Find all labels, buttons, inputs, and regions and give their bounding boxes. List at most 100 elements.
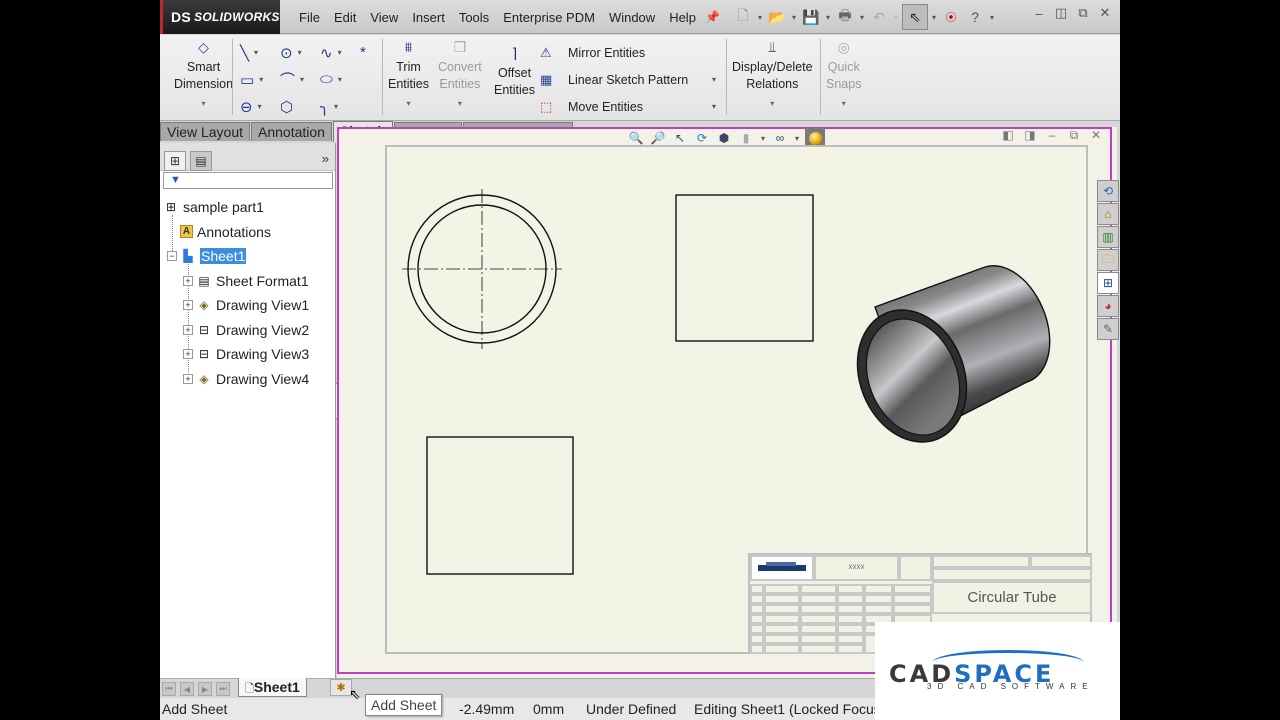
first-sheet-icon[interactable]: ⏮ (162, 682, 176, 696)
top-square-view[interactable] (675, 194, 814, 342)
polygon-tool-button[interactable]: ⬡ (280, 93, 320, 120)
smart-dimension-button[interactable]: ◇ Smart Dimension ▾ (174, 39, 233, 112)
arc-tool-button[interactable]: ⌒ ▾ (280, 66, 320, 93)
tree-item-drawing-view4[interactable]: + ◈ Drawing View4 (160, 367, 336, 392)
rebuild-icon[interactable]: ⟳ (693, 130, 711, 146)
tree-item-drawing-view1[interactable]: + ◈ Drawing View1 (160, 293, 336, 318)
display-style-dropdown-arrow[interactable]: ▾ (759, 130, 767, 146)
doc-close-icon[interactable]: ✕ (1089, 128, 1103, 142)
view-orientation-icon[interactable]: ⬢ (715, 130, 733, 146)
minimize-icon[interactable]: – (1032, 6, 1046, 21)
menu-tools[interactable]: Tools (452, 10, 496, 25)
tree-item-drawing-view2[interactable]: + ⊟ Drawing View2 (160, 318, 336, 343)
expand-icon[interactable]: + (183, 275, 193, 286)
expand-icon[interactable]: + (183, 300, 193, 311)
fillet-tool-button[interactable]: ╮ ▾ (320, 93, 360, 120)
move-dropdown-arrow[interactable]: ▾ (712, 102, 716, 111)
rectangle-dropdown-arrow[interactable]: ▾ (259, 75, 263, 84)
smart-dimension-dropdown-arrow[interactable]: ▾ (202, 95, 206, 112)
circle-tool-button[interactable]: ⊙ ▾ (280, 39, 320, 66)
convert-dropdown-arrow[interactable]: ▾ (458, 95, 462, 112)
drawing-sheet[interactable]: XXXX Circular Tube (385, 145, 1092, 654)
new-document-icon[interactable]: 🗋 (732, 6, 754, 28)
appearances-icon[interactable]: ◕ (1097, 295, 1119, 317)
quick-snaps-button[interactable]: ◎ Quick Snaps ▾ (826, 39, 861, 112)
restore-pane-icon[interactable]: ◫ (1054, 5, 1068, 20)
trim-dropdown-arrow[interactable]: ▾ (406, 95, 410, 112)
slot-dropdown-arrow[interactable]: ▾ (258, 102, 262, 111)
ellipse-dropdown-arrow[interactable]: ▾ (338, 75, 342, 84)
open-dropdown-arrow[interactable]: ▾ (790, 13, 798, 22)
close-icon[interactable]: ✕ (1098, 5, 1112, 20)
property-manager-tab-icon[interactable]: ▤ (190, 151, 212, 171)
spline-tool-button[interactable]: ∿ ▾ (320, 39, 360, 66)
last-sheet-icon[interactable]: ⏭ (216, 682, 230, 696)
undo-icon[interactable]: ↶ (868, 6, 890, 28)
move-entities-button[interactable]: ⬚ Move Entities ▾ (540, 93, 716, 120)
split-left-icon[interactable]: ◧ (1001, 128, 1015, 142)
help-icon[interactable]: ? (964, 6, 986, 28)
offset-entities-button[interactable]: ⌉ Offset Entities (494, 45, 535, 99)
restore-icon[interactable]: ⧉ (1076, 5, 1090, 20)
save-icon[interactable]: 💾 (800, 6, 822, 28)
zoom-to-area-icon[interactable]: 🔎 (649, 130, 667, 146)
arc-dropdown-arrow[interactable]: ▾ (300, 75, 304, 84)
linear-sketch-pattern-button[interactable]: ▦ Linear Sketch Pattern ▾ (540, 66, 716, 93)
convert-entities-button[interactable]: ❒ Convert Entities ▾ (438, 39, 482, 112)
menu-help[interactable]: Help (662, 10, 703, 25)
relations-dropdown-arrow[interactable]: ▾ (770, 95, 774, 112)
tree-item-sheet-format1[interactable]: + ▤ Sheet Format1 (160, 269, 336, 294)
home-icon[interactable]: ⌂ (1097, 203, 1119, 225)
tree-item-sheet1[interactable]: − ▙ Sheet1 (160, 244, 336, 269)
doc-restore-icon[interactable]: ⧉ (1067, 128, 1081, 142)
tree-item-drawing-view3[interactable]: + ⊟ Drawing View3 (160, 342, 336, 367)
slot-tool-button[interactable]: ⊖ ▾ (240, 93, 280, 120)
print-icon[interactable]: 🖶 (834, 6, 856, 28)
expand-pane-icon[interactable]: » (322, 151, 329, 166)
tree-filter-input[interactable]: ▼ (163, 172, 333, 189)
undo-dropdown-arrow[interactable]: ▾ (892, 13, 900, 22)
previous-view-icon[interactable]: ↖ (671, 130, 689, 146)
menu-enterprise-pdm[interactable]: Enterprise PDM (496, 10, 602, 25)
solidworks-logo[interactable]: DS SOLIDWORKS (160, 0, 280, 34)
split-right-icon[interactable]: ◨ (1023, 128, 1037, 142)
zoom-to-fit-icon[interactable]: 🔍 (627, 130, 645, 146)
line-dropdown-arrow[interactable]: ▾ (254, 48, 258, 57)
isometric-tube-view[interactable] (838, 265, 1051, 459)
select-dropdown-arrow[interactable]: ▾ (930, 13, 938, 22)
spline-dropdown-arrow[interactable]: ▾ (338, 48, 342, 57)
menu-view[interactable]: View (363, 10, 405, 25)
graphics-area[interactable]: 🔍 🔎 ↖ ⟳ ⬢ ▮ ▾ ∞ ▾ ◧ ◨ – ⧉ ✕ XXXX Circula… (337, 127, 1117, 678)
design-library-icon[interactable]: ▥ (1097, 226, 1119, 248)
previous-sheet-icon[interactable]: ◀ (180, 682, 194, 696)
line-tool-button[interactable]: ╲ ▾ (240, 39, 280, 66)
help-dropdown-arrow[interactable]: ▾ (988, 13, 996, 22)
doc-minimize-icon[interactable]: – (1045, 128, 1059, 142)
front-circle-view[interactable] (402, 189, 562, 349)
quick-snaps-dropdown-arrow[interactable]: ▾ (842, 95, 846, 112)
menu-insert[interactable]: Insert (405, 10, 452, 25)
ellipse-tool-button[interactable]: ⬭ ▾ (320, 66, 360, 93)
rebuild-traffic-light-icon[interactable]: ⦿ (940, 6, 962, 28)
menu-window[interactable]: Window (602, 10, 662, 25)
hide-show-items-icon[interactable]: ∞ (771, 130, 789, 146)
tab-view-layout[interactable]: View Layout (160, 122, 251, 141)
hide-show-dropdown-arrow[interactable]: ▾ (793, 130, 801, 146)
display-style-icon[interactable]: ▮ (737, 130, 755, 146)
view-palette-icon[interactable]: ⊞ (1097, 272, 1119, 294)
tab-annotation[interactable]: Annotation (251, 122, 332, 141)
fillet-dropdown-arrow[interactable]: ▾ (334, 102, 338, 111)
collapse-icon[interactable]: − (167, 251, 177, 262)
expand-icon[interactable]: + (183, 349, 193, 360)
sheet-tab-sheet1[interactable]: 🗋Sheet1 (238, 678, 307, 697)
tree-root[interactable]: ⊞ sample part1 (160, 195, 336, 220)
save-dropdown-arrow[interactable]: ▾ (824, 13, 832, 22)
open-folder-icon[interactable]: 📂 (766, 6, 788, 28)
select-pointer-icon[interactable]: ⇖ (902, 4, 928, 30)
new-dropdown-arrow[interactable]: ▾ (756, 13, 764, 22)
expand-icon[interactable]: + (183, 324, 193, 335)
solidworks-resources-icon[interactable]: ⟲ (1097, 180, 1119, 202)
print-dropdown-arrow[interactable]: ▾ (858, 13, 866, 22)
mirror-entities-button[interactable]: ⚠ Mirror Entities (540, 39, 716, 66)
feature-manager-tab-icon[interactable]: ⊞ (164, 151, 186, 171)
